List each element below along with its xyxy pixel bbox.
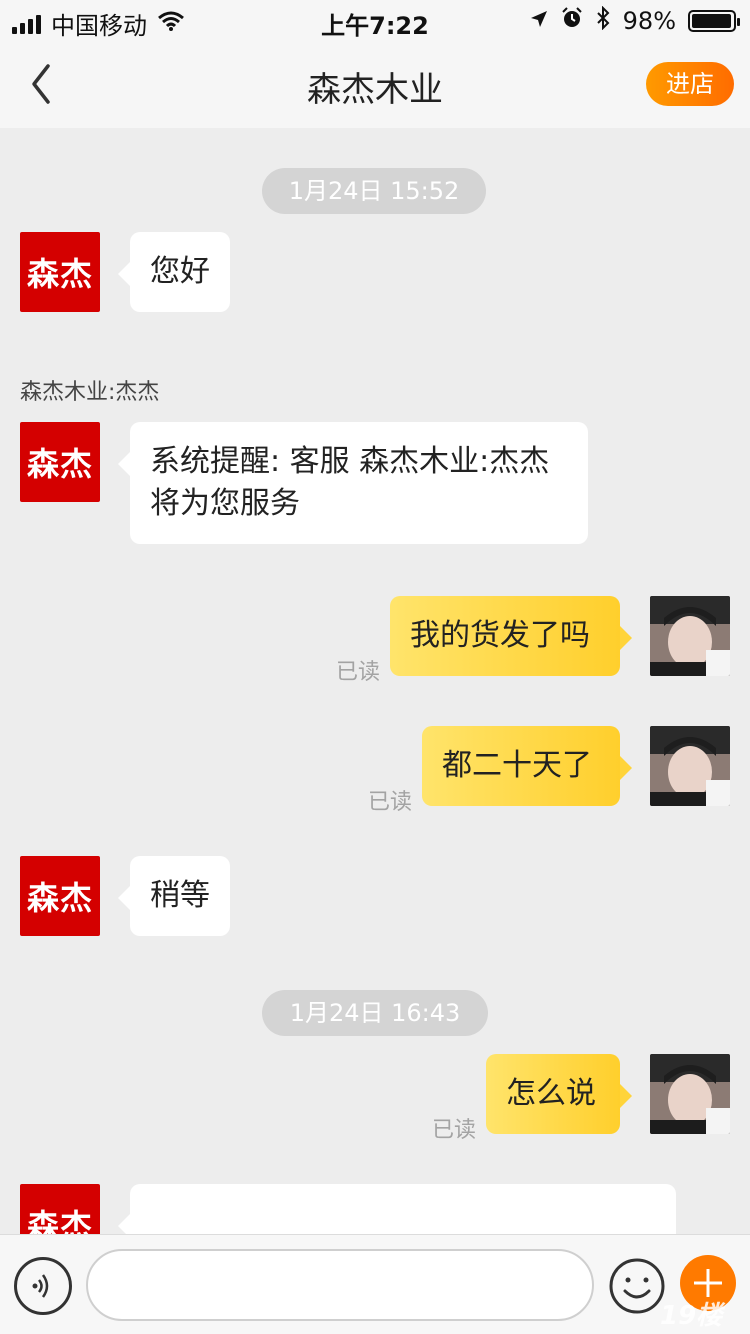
enter-shop-button[interactable]: 进店	[646, 62, 734, 106]
message-bubble-incoming[interactable]	[118, 1184, 676, 1234]
battery-icon	[688, 10, 740, 32]
message-bubble-outgoing[interactable]: 怎么说	[486, 1054, 632, 1134]
user-photo-icon	[650, 1054, 730, 1134]
emoji-icon	[609, 1258, 665, 1314]
nav-bar: 森杰木业 进店	[0, 40, 750, 128]
alarm-icon	[561, 7, 583, 35]
watermark-logo: 19楼	[660, 1301, 723, 1331]
battery-percent: 98%	[622, 7, 676, 35]
location-icon	[529, 7, 549, 35]
read-status: 已读	[368, 790, 413, 815]
read-status: 已读	[336, 660, 381, 685]
user-avatar[interactable]	[650, 1054, 730, 1134]
sender-label: 森杰木业:杰杰	[20, 380, 160, 405]
voice-icon	[32, 1274, 49, 1298]
message-list[interactable]: 1月24日 15:52 森杰 您好 森杰木业:杰杰 森杰 系统提醒: 客服 森杰…	[0, 128, 750, 1234]
user-avatar[interactable]	[650, 596, 730, 676]
message-bubble-incoming[interactable]: 系统提醒: 客服 森杰木业:杰杰将为您服务	[118, 422, 588, 544]
message-bubble-incoming[interactable]: 您好	[118, 232, 230, 312]
voice-button[interactable]	[14, 1257, 72, 1315]
message-bubble-outgoing[interactable]: 都二十天了	[422, 726, 632, 806]
shop-avatar[interactable]: 森杰	[20, 422, 100, 502]
bluetooth-icon	[595, 5, 611, 36]
battery-level	[692, 14, 732, 28]
user-photo-icon	[650, 726, 730, 806]
timestamp-pill: 1月24日 15:52	[262, 168, 486, 214]
input-bar: 19楼	[0, 1234, 750, 1334]
message-bubble-outgoing[interactable]: 我的货发了吗	[390, 596, 632, 676]
timestamp-pill: 1月24日 16:43	[262, 990, 488, 1036]
message-input[interactable]	[86, 1249, 594, 1321]
user-photo-icon	[650, 596, 730, 676]
page-title: 森杰木业	[307, 70, 443, 110]
emoji-button[interactable]	[608, 1257, 666, 1315]
shop-avatar[interactable]: 森杰	[20, 232, 100, 312]
status-right: 98%	[529, 5, 740, 36]
message-bubble-incoming[interactable]: 稍等	[118, 856, 230, 936]
shop-avatar[interactable]: 森杰	[20, 856, 100, 936]
chat-screen: 中国移动 上午7:22 98% 森杰木业 进店 1月24日 15:52 森杰 您…	[0, 0, 750, 1334]
user-avatar[interactable]	[650, 726, 730, 806]
status-bar: 中国移动 上午7:22 98%	[0, 0, 750, 40]
read-status: 已读	[432, 1118, 477, 1143]
shop-avatar[interactable]: 森杰	[20, 1184, 100, 1234]
